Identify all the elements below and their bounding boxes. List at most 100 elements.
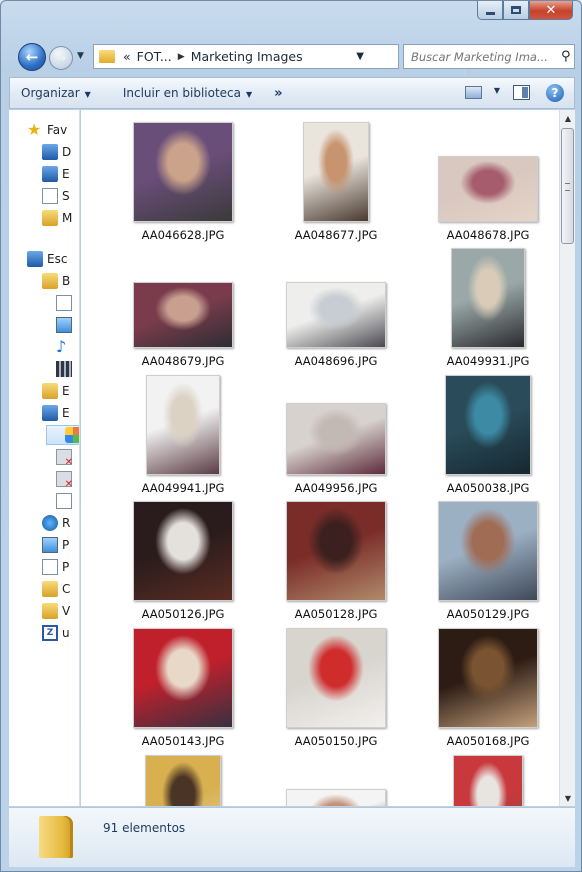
image-thumbnail[interactable] [133,282,233,348]
more-commands-button[interactable]: » [274,86,282,101]
preview-pane-icon[interactable] [513,85,530,100]
sidebar-item[interactable]: B [42,271,70,291]
file-name[interactable]: AA050129.JPG [413,607,559,621]
image-thumbnail[interactable] [133,501,233,601]
sidebar-item[interactable] [56,447,76,468]
sidebar-item[interactable]: P [42,557,69,577]
image-thumbnail[interactable] [445,375,531,475]
include-in-library-menu[interactable]: Incluir en biblioteca ▼ [123,86,252,100]
file-tile[interactable]: AA048679.JPG [108,246,258,372]
sidebar-item[interactable]: E [42,403,70,423]
file-name[interactable]: AA050128.JPG [261,607,411,621]
vertical-scrollbar[interactable]: ▲ ▼ [559,110,575,806]
image-thumbnail[interactable] [286,282,386,348]
sidebar-item[interactable]: ♪ [56,337,76,357]
organize-menu[interactable]: Organizar ▼ [21,86,91,100]
file-tile[interactable] [108,753,258,806]
image-thumbnail[interactable] [451,248,525,348]
image-thumbnail[interactable] [453,755,523,806]
file-name[interactable]: AA050150.JPG [261,734,411,748]
file-tile[interactable]: AA050129.JPG [413,499,559,625]
file-tile[interactable]: AA049941.JPG [108,373,258,499]
scroll-down-icon[interactable]: ▼ [560,790,576,806]
sidebar-item[interactable] [56,491,76,511]
file-name[interactable]: AA049941.JPG [108,481,258,495]
image-thumbnail[interactable] [146,375,220,475]
file-name[interactable]: AA046628.JPG [108,228,258,242]
image-thumbnail[interactable] [133,122,233,222]
search-box[interactable]: ⚲ [403,44,575,69]
file-tile[interactable]: AA048677.JPG [261,120,411,246]
image-thumbnail[interactable] [438,501,538,601]
file-tile[interactable]: AA046628.JPG [108,120,258,246]
sidebar-item[interactable]: E [42,381,70,401]
search-input[interactable] [411,49,559,64]
back-button[interactable]: ← [18,43,46,71]
file-name[interactable]: AA048677.JPG [261,228,411,242]
sidebar-item[interactable] [46,425,79,445]
sidebar-item[interactable]: E [42,164,70,184]
file-name[interactable]: AA049931.JPG [413,354,559,368]
breadcrumb-overflow[interactable]: « [123,49,131,64]
image-thumbnail[interactable] [286,501,386,601]
view-dropdown-icon[interactable]: ▼ [494,86,500,95]
image-thumbnail[interactable] [438,628,538,728]
file-tile[interactable]: AA050038.JPG [413,373,559,499]
sidebar-item[interactable] [56,315,76,335]
search-icon[interactable]: ⚲ [561,49,571,64]
file-name[interactable]: AA050126.JPG [108,607,258,621]
maximize-button[interactable] [503,1,529,20]
scroll-up-icon[interactable]: ▲ [560,110,576,126]
recent-pages-dropdown[interactable]: ▼ [77,51,89,63]
file-tile[interactable]: AA050128.JPG [261,499,411,625]
file-tile[interactable] [261,753,411,806]
file-tile[interactable] [413,753,559,806]
sidebar-item[interactable] [56,293,76,313]
address-dropdown-icon[interactable]: ▼ [356,51,364,62]
minimize-button[interactable] [477,1,503,20]
file-tile[interactable]: AA049956.JPG [261,373,411,499]
breadcrumb-separator-icon[interactable]: ▶ [178,52,185,62]
sidebar-item[interactable]: Zu [42,623,70,643]
sidebar-item[interactable]: P [42,535,69,555]
sidebar-item[interactable]: M [42,208,72,228]
image-thumbnail[interactable] [438,156,538,222]
file-name[interactable]: AA048679.JPG [108,354,258,368]
file-tile[interactable]: AA049931.JPG [413,246,559,372]
breadcrumb-segment[interactable]: FOT... [137,49,172,64]
forward-button[interactable]: → [49,46,73,70]
file-tile[interactable]: AA050168.JPG [413,626,559,752]
address-bar[interactable]: « FOT... ▶ Marketing Images ▼ ↻ [93,44,484,75]
sidebar-item[interactable]: ★ Fav [27,120,67,140]
file-tile[interactable]: AA048678.JPG [413,120,559,246]
file-name[interactable]: AA050143.JPG [108,734,258,748]
scroll-thumb[interactable] [561,128,574,244]
file-name[interactable]: AA049956.JPG [261,481,411,495]
sidebar-item[interactable]: C [42,579,70,599]
sidebar-item[interactable] [56,469,76,490]
image-thumbnail[interactable] [286,628,386,728]
file-name[interactable]: AA048678.JPG [413,228,559,242]
image-thumbnail[interactable] [286,403,386,475]
sidebar-item[interactable]: V [42,601,70,621]
change-view-icon[interactable] [465,86,482,99]
file-name[interactable]: AA050168.JPG [413,734,559,748]
image-thumbnail[interactable] [145,755,221,806]
file-name[interactable]: AA048696.JPG [261,354,411,368]
file-name[interactable]: AA050038.JPG [413,481,559,495]
image-thumbnail[interactable] [133,628,233,728]
sidebar-item[interactable]: S [42,186,70,206]
image-thumbnail[interactable] [286,789,386,806]
sidebar-item[interactable] [56,359,76,379]
help-button[interactable]: ? [546,84,564,102]
file-tile[interactable]: AA050143.JPG [108,626,258,752]
file-tile[interactable]: AA050150.JPG [261,626,411,752]
file-tile[interactable]: AA048696.JPG [261,246,411,372]
file-tile[interactable]: AA050126.JPG [108,499,258,625]
close-button[interactable]: ✕ [529,1,573,20]
sidebar-item[interactable]: D [42,142,71,162]
sidebar-item[interactable]: R [42,513,70,533]
image-thumbnail[interactable] [303,122,369,222]
breadcrumb-current[interactable]: Marketing Images [191,49,303,64]
sidebar-item[interactable]: Esc [27,249,67,269]
